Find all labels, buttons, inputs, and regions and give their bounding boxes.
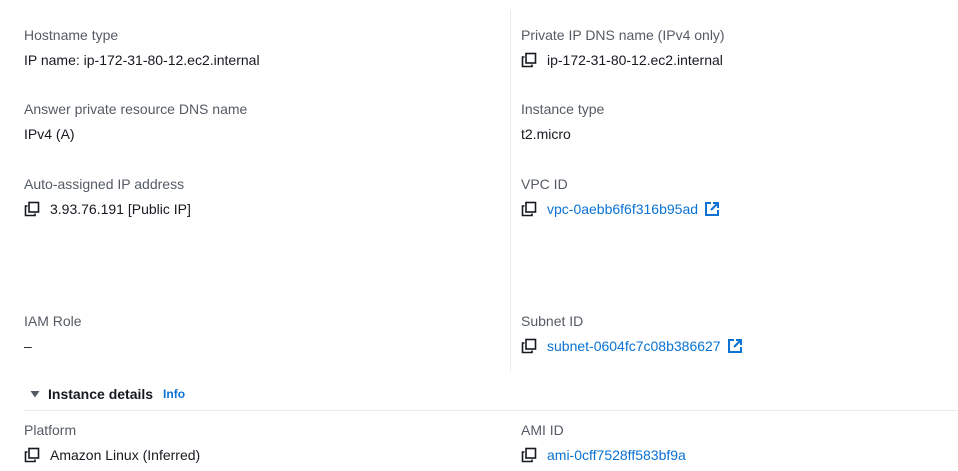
hostname-type-field: Hostname type IP name: ip-172-31-80-12.e… <box>24 26 260 69</box>
vpc-id-link[interactable]: vpc-0aebb6f6f316b95ad <box>547 200 698 218</box>
caret-down-icon <box>30 389 40 399</box>
platform-value-row: Amazon Linux (Inferred) <box>24 446 200 464</box>
column-divider <box>510 10 511 372</box>
instance-details-toggle[interactable]: Instance details Info <box>30 386 185 402</box>
info-link[interactable]: Info <box>163 387 185 401</box>
auto-assigned-ip-value-row: 3.93.76.191 [Public IP] <box>24 200 191 218</box>
private-ip-dns-field: Private IP DNS name (IPv4 only) ip-172-3… <box>521 26 725 69</box>
private-ip-dns-value-row: ip-172-31-80-12.ec2.internal <box>521 51 725 69</box>
iam-role-field: IAM Role – <box>24 312 82 355</box>
hostname-type-label: Hostname type <box>24 27 119 43</box>
external-link-icon[interactable] <box>727 338 743 354</box>
copy-icon[interactable] <box>521 338 537 354</box>
platform-field: Platform Amazon Linux (Inferred) <box>24 421 200 464</box>
subnet-id-value-row: subnet-0604fc7c08b386627 <box>521 337 743 355</box>
copy-icon[interactable] <box>521 52 537 68</box>
copy-icon[interactable] <box>24 201 40 217</box>
private-ip-dns-label: Private IP DNS name (IPv4 only) <box>521 27 725 43</box>
vpc-id-value-row: vpc-0aebb6f6f316b95ad <box>521 200 720 218</box>
hostname-type-value: IP name: ip-172-31-80-12.ec2.internal <box>24 52 260 68</box>
ami-id-link[interactable]: ami-0cff7528ff583bf9a <box>547 446 686 464</box>
instance-type-value: t2.micro <box>521 126 571 142</box>
copy-icon[interactable] <box>521 201 537 217</box>
auto-assigned-ip-field: Auto-assigned IP address 3.93.76.191 [Pu… <box>24 175 191 218</box>
auto-assigned-ip-label: Auto-assigned IP address <box>24 176 185 192</box>
section-title: Instance details <box>48 386 154 402</box>
vpc-id-field: VPC ID vpc-0aebb6f6f316b95ad <box>521 175 720 218</box>
copy-icon[interactable] <box>521 447 537 463</box>
external-link-icon[interactable] <box>704 201 720 217</box>
instance-type-label: Instance type <box>521 101 605 117</box>
copy-icon[interactable] <box>24 447 40 463</box>
platform-label: Platform <box>24 422 77 438</box>
subnet-id-link[interactable]: subnet-0604fc7c08b386627 <box>547 337 721 355</box>
iam-role-value: – <box>24 338 32 354</box>
vpc-id-label: VPC ID <box>521 176 568 192</box>
ami-id-field: AMI ID ami-0cff7528ff583bf9a <box>521 421 686 464</box>
ami-id-value-row: ami-0cff7528ff583bf9a <box>521 446 686 464</box>
ami-id-label: AMI ID <box>521 422 564 438</box>
instance-type-field: Instance type t2.micro <box>521 100 604 143</box>
answer-private-dns-label: Answer private resource DNS name <box>24 101 248 117</box>
subnet-id-field: Subnet ID subnet-0604fc7c08b386627 <box>521 312 743 355</box>
iam-role-label: IAM Role <box>24 313 82 329</box>
platform-value: Amazon Linux (Inferred) <box>50 447 201 463</box>
answer-private-dns-field: Answer private resource DNS name IPv4 (A… <box>24 100 247 143</box>
auto-assigned-ip-value: 3.93.76.191 [Public IP] <box>50 201 191 217</box>
subnet-id-label: Subnet ID <box>521 313 584 329</box>
answer-private-dns-value: IPv4 (A) <box>24 126 75 142</box>
section-divider <box>24 410 958 411</box>
private-ip-dns-value: ip-172-31-80-12.ec2.internal <box>547 52 723 68</box>
